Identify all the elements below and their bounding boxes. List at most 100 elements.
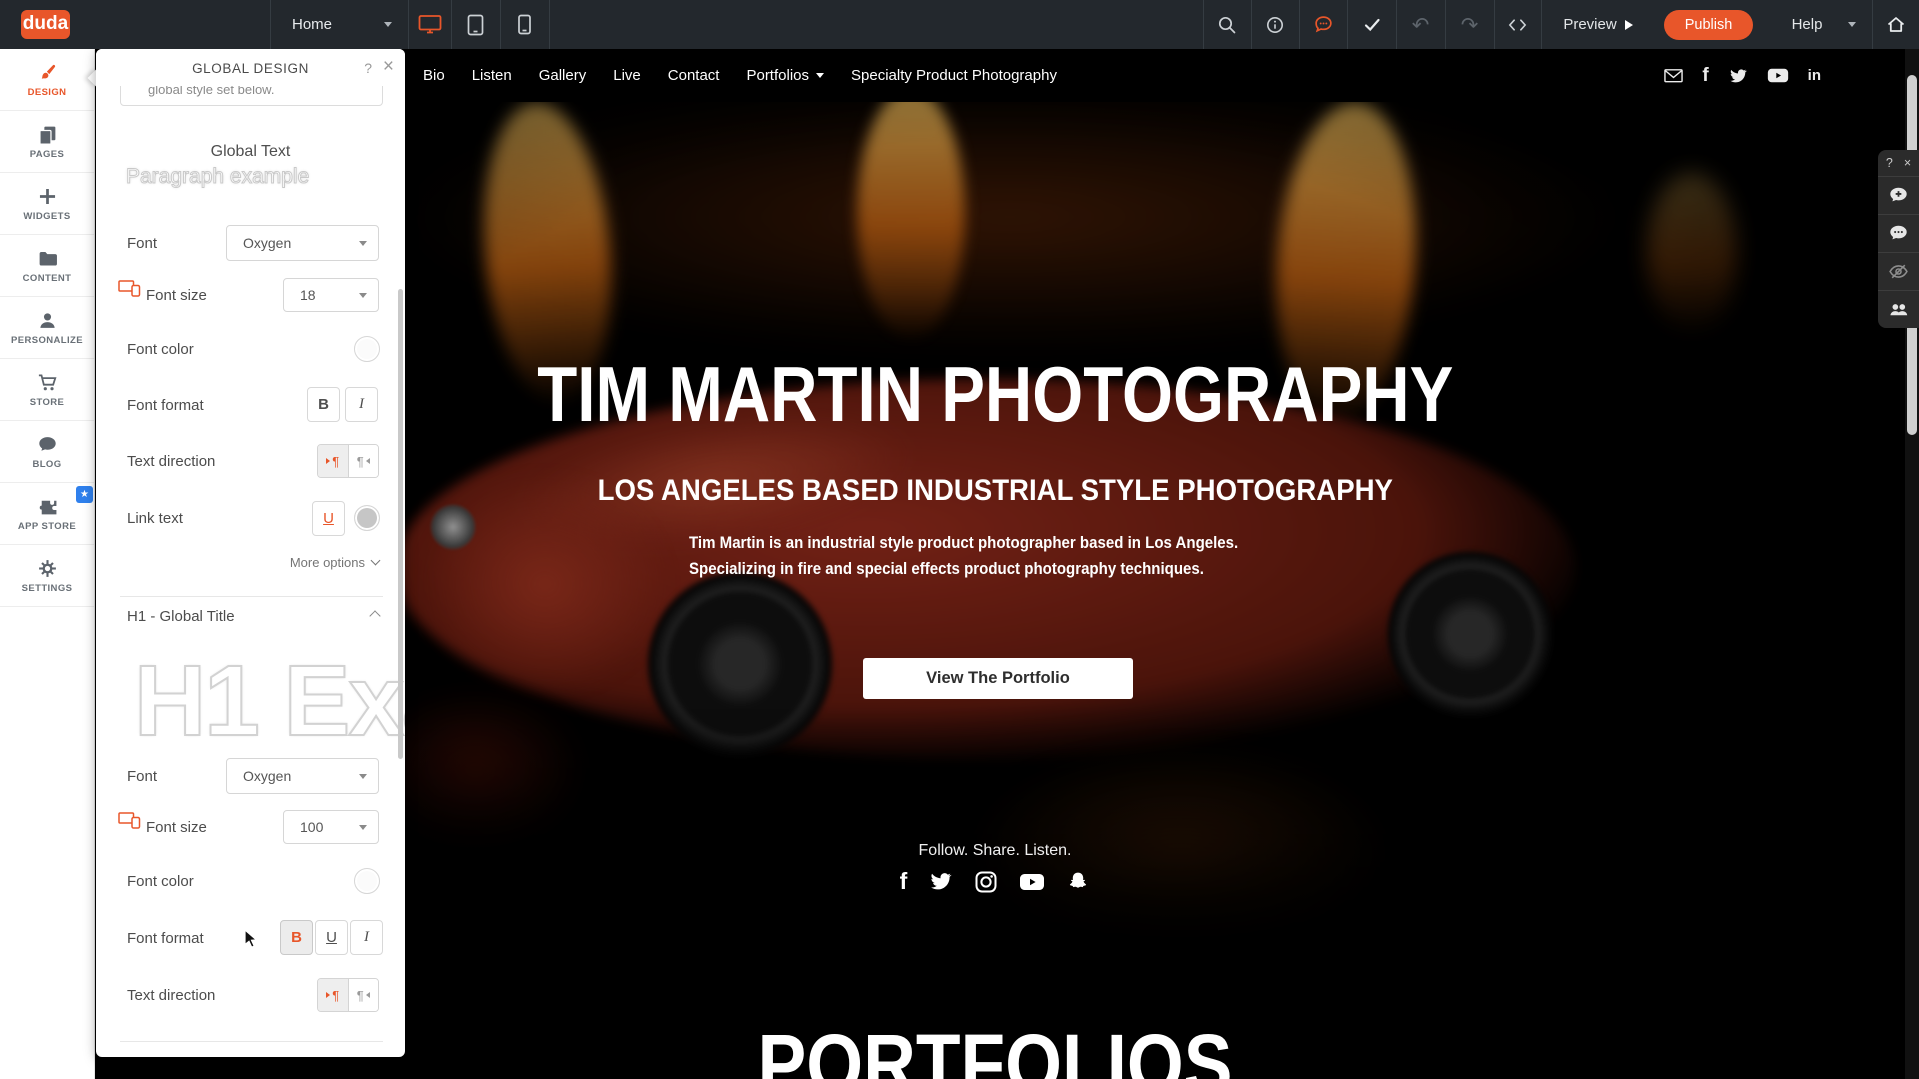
panel-help-icon[interactable]: ? [364, 60, 372, 76]
chevron-down-icon [1848, 22, 1856, 27]
dashboard-home-icon[interactable] [1872, 0, 1919, 49]
linkedin-icon[interactable]: in [1808, 67, 1821, 84]
bold-button[interactable]: B [307, 387, 340, 422]
collaboration-toolbar: ? × [1878, 150, 1919, 328]
ltr-button[interactable]: ¶ [318, 445, 349, 477]
divider [270, 0, 271, 49]
devices-icon [118, 812, 141, 829]
sidebar-item-blog[interactable]: BLOG [0, 421, 94, 483]
sidebar-item-pages[interactable]: PAGES [0, 111, 94, 173]
rtl-arrow-icon [366, 458, 370, 464]
font-color-label: Font color [127, 341, 194, 358]
youtube-icon[interactable] [1767, 67, 1789, 84]
toolbar-close-icon[interactable]: × [1904, 156, 1911, 170]
font-size-label: Font size [146, 287, 207, 304]
page-selector[interactable]: Home [276, 0, 408, 49]
sidebar-item-personalize[interactable]: PERSONALIZE [0, 297, 94, 359]
h1-font-format-label: Font format [127, 930, 204, 947]
twitter-icon[interactable] [928, 869, 953, 894]
facebook-icon[interactable]: f [1702, 65, 1708, 87]
undo-icon[interactable]: ↶ [1396, 0, 1445, 49]
panel-header: GLOBAL DESIGN [96, 49, 405, 86]
chevron-down-icon [384, 22, 392, 27]
more-options-link[interactable]: More options [290, 555, 379, 570]
divider [549, 0, 550, 49]
sidebar-item-widgets[interactable]: WIDGETS [0, 173, 94, 235]
dev-mode-icon[interactable] [1494, 0, 1541, 49]
nav-item-specialty[interactable]: Specialty Product Photography [851, 67, 1057, 84]
collapse-chevron-icon[interactable] [369, 610, 380, 621]
font-color-swatch[interactable] [354, 336, 380, 362]
font-select[interactable]: Oxygen [226, 225, 379, 261]
youtube-icon[interactable] [1019, 872, 1045, 892]
link-underline-button[interactable]: U [312, 501, 345, 536]
mobile-view-button[interactable] [500, 0, 549, 49]
cart-icon [37, 372, 58, 393]
italic-button[interactable]: I [345, 387, 378, 422]
font-size-select[interactable]: 18 [283, 278, 379, 312]
link-color-swatch[interactable] [354, 505, 380, 531]
snapchat-icon[interactable] [1066, 870, 1090, 894]
section-divider [120, 1041, 383, 1042]
add-comment-button[interactable] [1878, 176, 1919, 214]
comments-button[interactable] [1878, 214, 1919, 252]
h1-italic-button[interactable]: I [350, 920, 383, 955]
email-icon[interactable] [1664, 67, 1683, 84]
nav-item-gallery[interactable]: Gallery [539, 67, 587, 84]
nav-item-portfolios[interactable]: Portfolios [746, 67, 824, 84]
h1-rtl-button[interactable]: ¶ [349, 979, 379, 1011]
pages-icon [37, 124, 58, 145]
sidebar-item-settings[interactable]: SETTINGS [0, 545, 94, 607]
desktop-view-button[interactable] [408, 0, 451, 49]
search-icon[interactable] [1203, 0, 1251, 49]
chevron-down-icon [359, 774, 367, 779]
text-direction-toggle: ¶ ¶ [317, 444, 379, 478]
view-portfolio-button[interactable]: View The Portfolio [863, 658, 1133, 699]
feedback-chat-icon[interactable] [1299, 0, 1347, 49]
twitter-icon[interactable] [1728, 66, 1748, 86]
hide-comments-button[interactable] [1878, 252, 1919, 290]
puzzle-icon [37, 496, 58, 517]
section-divider [120, 596, 383, 597]
save-check-icon[interactable] [1347, 0, 1396, 49]
h1-font-value: Oxygen [243, 768, 291, 784]
nav-item-contact[interactable]: Contact [668, 67, 720, 84]
h1-font-size-select[interactable]: 100 [283, 810, 379, 844]
chevron-down-icon [359, 293, 367, 298]
h1-text-direction-label: Text direction [127, 987, 215, 1004]
publish-button[interactable]: Publish [1664, 10, 1753, 40]
h1-font-color-swatch[interactable] [354, 868, 380, 894]
global-text-heading: Global Text [96, 143, 405, 161]
collaborators-button[interactable] [1878, 290, 1919, 328]
nav-item-listen[interactable]: Listen [472, 67, 512, 84]
sidebar-item-store[interactable]: STORE [0, 359, 94, 421]
h1-font-select[interactable]: Oxygen [226, 758, 379, 794]
sidebar-item-app-store[interactable]: APP STORE ★ [0, 483, 94, 545]
nav-item-live[interactable]: Live [613, 67, 641, 84]
chevron-down-icon [816, 73, 824, 78]
rtl-button[interactable]: ¶ [349, 445, 379, 477]
h1-bold-button[interactable]: B [280, 920, 313, 955]
text-direction-label: Text direction [127, 453, 215, 470]
facebook-icon[interactable]: f [900, 868, 908, 895]
duda-logo[interactable]: duda [21, 10, 70, 39]
brush-icon [37, 62, 58, 83]
toolbar-help-icon[interactable]: ? [1886, 156, 1893, 170]
help-menu[interactable]: Help [1776, 0, 1872, 49]
tablet-view-button[interactable] [451, 0, 500, 49]
sidebar-label: STORE [30, 397, 65, 408]
info-icon[interactable] [1251, 0, 1299, 49]
h1-ltr-button[interactable]: ¶ [318, 979, 349, 1011]
panel-close-icon[interactable]: × [383, 56, 394, 78]
sidebar-item-content[interactable]: CONTENT [0, 235, 94, 297]
redo-icon[interactable]: ↷ [1445, 0, 1494, 49]
nav-item-bio[interactable]: Bio [423, 67, 445, 84]
h1-underline-button[interactable]: U [315, 920, 348, 955]
panel-scrollbar-thumb[interactable] [398, 289, 403, 759]
h1-font-color-label: Font color [127, 873, 194, 890]
chevron-down-icon [359, 241, 367, 246]
sidebar-label: DESIGN [28, 87, 67, 98]
preview-button[interactable]: Preview [1548, 0, 1648, 49]
sidebar-item-design[interactable]: DESIGN [0, 49, 94, 111]
instagram-icon[interactable] [974, 870, 998, 894]
